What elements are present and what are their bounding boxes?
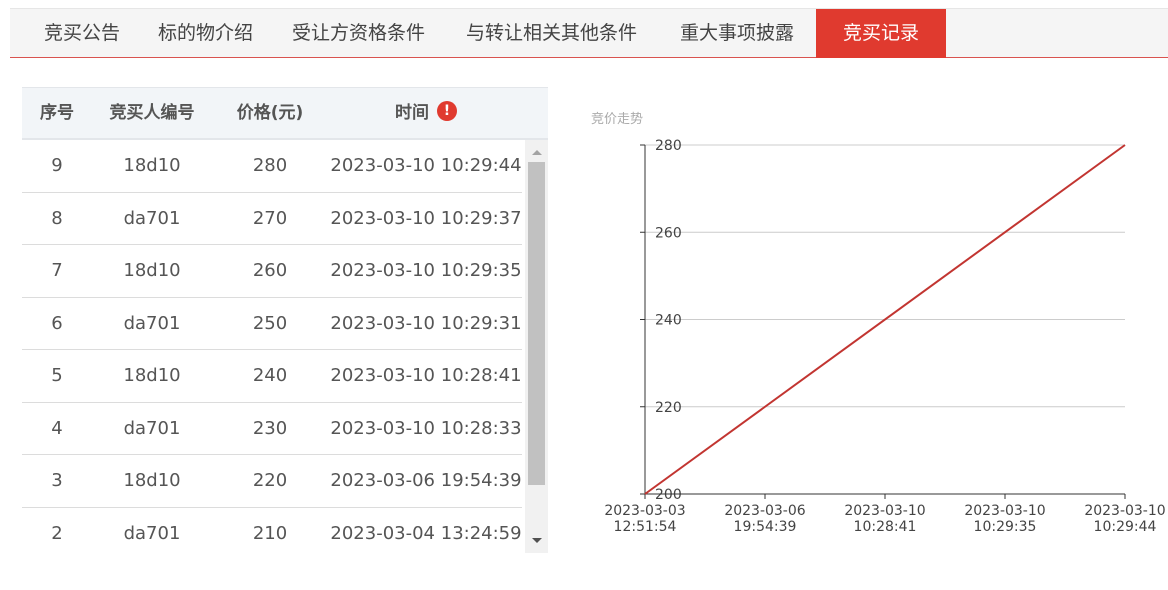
x-tick-label-date: 2023-03-10 (844, 503, 925, 519)
cell-price: 240 (252, 365, 288, 386)
table-body[interactable]: 9 18d10 280 2023-03-10 10:29:44 8 da701 270 202… (22, 140, 522, 553)
x-tick-label-time: 19:54:39 (734, 519, 797, 535)
y-tick-label: 200 (655, 487, 682, 503)
scroll-up-icon[interactable] (532, 150, 542, 155)
tab-object-intro[interactable]: 标的物介绍 (158, 9, 253, 58)
x-tick-label-date: 2023-03-06 (724, 503, 805, 519)
tab-bar: 竞买公告 标的物介绍 受让方资格条件 与转让相关其他条件 重大事项披露 竞买记录 (10, 8, 1168, 58)
scroll-down-icon[interactable] (532, 538, 542, 543)
header-bidder-id: 竞买人编号 (109, 103, 195, 123)
x-tick-label-time: 10:29:44 (1094, 519, 1157, 535)
x-tick-label-time: 10:28:41 (854, 519, 917, 535)
cell-time: 2023-03-10 10:29:44 (330, 155, 522, 176)
y-tick-label: 280 (655, 138, 682, 154)
cell-bidder-id: 18d10 (123, 155, 181, 176)
cell-bidder-id: 18d10 (123, 365, 181, 386)
cell-time: 2023-03-10 10:28:41 (330, 365, 522, 386)
cell-price: 260 (252, 260, 288, 281)
cell-bidder-id: 18d10 (123, 260, 181, 281)
table-row: 8 da701 270 2023-03-10 10:29:37 (22, 193, 522, 245)
cell-time: 2023-03-10 10:28:33 (330, 417, 522, 439)
table-row: 6 da701 250 2023-03-10 10:29:31 (22, 298, 522, 350)
header-time: 时间! (328, 88, 524, 139)
scroll-thumb[interactable] (528, 162, 545, 485)
header-price: 价格(元) (236, 103, 304, 123)
x-tick-label-time: 10:29:35 (974, 519, 1037, 535)
info-icon[interactable]: ! (437, 101, 457, 121)
cell-seq: 6 (51, 312, 63, 334)
cell-seq: 5 (51, 365, 63, 386)
header-time-label: 时间 (395, 103, 429, 123)
cell-seq: 9 (51, 155, 63, 176)
cell-bidder-id: da701 (123, 312, 181, 334)
cell-bidder-id: da701 (123, 522, 181, 544)
y-tick-label: 240 (655, 313, 682, 329)
cell-price: 210 (252, 522, 288, 544)
x-tick-label-date: 2023-03-03 (604, 503, 685, 519)
cell-seq: 3 (51, 470, 63, 491)
cell-time: 2023-03-06 19:54:39 (330, 470, 522, 491)
tab-major-disclosure[interactable]: 重大事项披露 (680, 9, 794, 58)
y-tick-label: 260 (655, 225, 682, 241)
bid-records-table: 序号 竞买人编号 价格(元) 时间! 9 18d10 280 2023-03-10 1… (22, 87, 548, 553)
cell-seq: 2 (51, 522, 63, 544)
cell-price: 270 (252, 207, 288, 229)
cell-price: 280 (252, 155, 288, 176)
y-tick-label: 220 (655, 400, 682, 416)
table-row: 2 da701 210 2023-03-04 13:24:59 (22, 508, 522, 554)
price-trend-chart: 200 220 240 260 280 2023-03-0312:51:54 2023-03… (604, 138, 1165, 535)
table-row: 5 18d10 240 2023-03-10 10:28:41 (22, 350, 522, 403)
cell-bidder-id: da701 (123, 207, 181, 229)
x-tick-label-date: 2023-03-10 (1084, 503, 1165, 519)
cell-price: 230 (252, 417, 288, 439)
table-scrollbar[interactable] (525, 140, 548, 553)
table-row: 7 18d10 260 2023-03-10 10:29:35 (22, 245, 522, 298)
cell-time: 2023-03-04 13:24:59 (330, 522, 522, 544)
cell-seq: 8 (51, 207, 63, 229)
tab-announcement[interactable]: 竞买公告 (44, 9, 120, 58)
cell-bidder-id: da701 (123, 417, 181, 439)
cell-seq: 4 (51, 417, 63, 439)
header-seq: 序号 (40, 103, 74, 123)
tab-bid-records[interactable]: 竞买记录 (816, 9, 946, 58)
table-row: 4 da701 230 2023-03-10 10:28:33 (22, 403, 522, 455)
cell-seq: 7 (51, 260, 63, 281)
cell-time: 2023-03-10 10:29:37 (330, 207, 522, 229)
tab-buyer-qualification[interactable]: 受让方资格条件 (292, 9, 425, 58)
cell-time: 2023-03-10 10:29:35 (330, 260, 522, 281)
x-tick-label-date: 2023-03-10 (964, 503, 1045, 519)
cell-price: 220 (252, 470, 288, 491)
x-tick-label-time: 12:51:54 (614, 519, 677, 535)
cell-bidder-id: 18d10 (123, 470, 181, 491)
tab-other-conditions[interactable]: 与转让相关其他条件 (466, 9, 637, 58)
table-row: 9 18d10 280 2023-03-10 10:29:44 (22, 140, 522, 193)
table-header: 序号 竞买人编号 价格(元) 时间! (22, 87, 548, 140)
cell-price: 250 (252, 312, 288, 334)
cell-time: 2023-03-10 10:29:31 (330, 312, 522, 334)
table-row: 3 18d10 220 2023-03-06 19:54:39 (22, 455, 522, 508)
